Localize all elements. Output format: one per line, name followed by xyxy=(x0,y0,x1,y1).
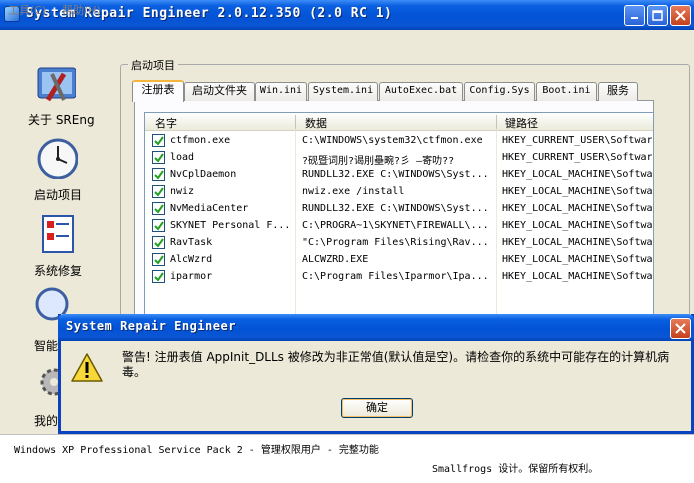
table-row[interactable]: nwiz nwiz.exe /install HKEY_LOCAL_MACHINE\… xyxy=(145,183,653,200)
clock-icon xyxy=(37,138,78,179)
menu-help[interactable]: 帮助(H) xyxy=(62,2,101,18)
nav-label-startup: 启动项目 xyxy=(34,188,83,202)
checklist-icon xyxy=(42,215,74,253)
path-cell: HKEY_LOCAL_MACHINE\Softwa xyxy=(502,271,652,282)
row-checkbox[interactable] xyxy=(152,270,165,283)
data-cell: C:\WINDOWS\system32\ctfmon.exe xyxy=(302,135,483,146)
path-cell: HKEY_LOCAL_MACHINE\Softwa xyxy=(502,203,652,214)
nav-label-my: 我的 xyxy=(34,414,59,428)
table-row[interactable]: NvCplDaemon RUNDLL32.EXE C:\WINDOWS\Syst.… xyxy=(145,166,653,183)
name-cell: iparmor xyxy=(170,271,213,282)
path-cell: HKEY_CURRENT_USER\Softwar xyxy=(502,152,652,163)
maximize-icon xyxy=(652,10,663,21)
group-title: 启动项目 xyxy=(128,57,178,73)
tab-autoexec-bat[interactable]: AutoExec.bat xyxy=(379,82,463,101)
status-credits: Smallfrogs 设计。保留所有权利。 xyxy=(432,464,599,475)
dialog-close-button[interactable] xyxy=(670,318,691,339)
path-cell: HKEY_LOCAL_MACHINE\Softwa xyxy=(502,254,652,265)
column-separator[interactable] xyxy=(295,115,296,129)
tab-config-sys[interactable]: Config.Sys xyxy=(464,82,535,101)
table-row[interactable]: iparmor C:\Program Files\Iparmor\Ipa... HK… xyxy=(145,268,653,285)
checkmark-icon xyxy=(154,255,164,265)
list-header: 名字 数据 键路径 xyxy=(145,113,653,131)
close-icon xyxy=(675,323,686,334)
data-cell: C:\Program Files\Iparmor\Ipa... xyxy=(302,271,489,282)
status-os-info: Windows XP Professional Service Pack 2 -… xyxy=(14,445,379,456)
table-row[interactable]: SKYNET Personal F... C:\PROGRA~1\SKYNET\F… xyxy=(145,217,653,234)
minimize-icon xyxy=(630,17,638,19)
checkmark-icon xyxy=(154,272,164,282)
column-separator[interactable] xyxy=(496,115,497,129)
checkmark-icon xyxy=(154,170,164,180)
path-cell: HKEY_LOCAL_MACHINE\Softwa xyxy=(502,186,652,197)
name-cell: NvCplDaemon xyxy=(170,169,237,180)
ok-button[interactable]: 确定 xyxy=(341,398,413,418)
name-cell: nwiz xyxy=(170,186,195,197)
tab-win-ini[interactable]: Win.ini xyxy=(255,82,307,101)
close-button[interactable] xyxy=(670,5,691,26)
dialog-title: System Repair Engineer xyxy=(66,319,236,333)
table-row[interactable]: AlcWzrd ALCWZRD.EXE HKEY_LOCAL_MACHINE\Sof… xyxy=(145,251,653,268)
row-checkbox[interactable] xyxy=(152,168,165,181)
column-header-path[interactable]: 键路径 xyxy=(505,115,538,131)
tab-registry[interactable]: 注册表 xyxy=(132,80,184,102)
column-header-name[interactable]: 名字 xyxy=(155,115,177,131)
menu-tools[interactable]: 工具(C) xyxy=(8,2,46,18)
name-cell: AlcWzrd xyxy=(170,254,213,265)
nav-label-repair: 系统修复 xyxy=(34,264,83,278)
row-checkbox[interactable] xyxy=(152,185,165,198)
table-row[interactable]: NvMediaCenter RUNDLL32.EXE C:\WINDOWS\Sys… xyxy=(145,200,653,217)
menu-bar xyxy=(0,30,694,48)
data-cell: RUNDLL32.EXE C:\WINDOWS\Syst... xyxy=(302,169,489,180)
data-cell: C:\PROGRA~1\SKYNET\FIREWALL\... xyxy=(302,220,489,231)
row-checkbox[interactable] xyxy=(152,151,165,164)
row-checkbox[interactable] xyxy=(152,253,165,266)
nav-label-about: 关于 SREng xyxy=(28,113,95,127)
table-row[interactable]: ctfmon.exe C:\WINDOWS\system32\ctfmon.exe… xyxy=(145,132,653,149)
row-checkbox[interactable] xyxy=(152,236,165,249)
path-cell: HKEY_LOCAL_MACHINE\Softwa xyxy=(502,237,652,248)
name-cell: RavTask xyxy=(170,237,213,248)
checkmark-icon xyxy=(154,238,164,248)
checkmark-icon xyxy=(154,153,164,163)
path-cell: HKEY_LOCAL_MACHINE\Softwa xyxy=(502,169,652,180)
dialog-message: 警告! 注册表值 AppInit_DLLs 被修改为非正常值(默认值是空)。请检… xyxy=(122,350,670,379)
name-cell: NvMediaCenter xyxy=(170,203,249,214)
warning-icon xyxy=(71,353,103,382)
column-header-data[interactable]: 数据 xyxy=(305,115,327,131)
data-cell: "C:\Program Files\Rising\Rav... xyxy=(302,237,489,248)
table-row[interactable]: RavTask "C:\Program Files\Rising\Rav... HK… xyxy=(145,234,653,251)
checkmark-icon xyxy=(154,187,164,197)
row-checkbox[interactable] xyxy=(152,134,165,147)
tab-startup-folder[interactable]: 启动文件夹 xyxy=(184,82,255,101)
data-cell: ALCWZRD.EXE xyxy=(302,254,369,265)
row-checkbox[interactable] xyxy=(152,202,165,215)
close-icon xyxy=(675,10,686,21)
checkmark-icon xyxy=(154,204,164,214)
tab-boot-ini[interactable]: Boot.ini xyxy=(536,82,597,101)
tab-services[interactable]: 服务 xyxy=(598,82,638,101)
nav-label-smart: 智能 xyxy=(34,339,59,353)
name-cell: load xyxy=(170,152,195,163)
tools-icon xyxy=(37,67,76,102)
checkmark-icon xyxy=(154,136,164,146)
name-cell: ctfmon.exe xyxy=(170,135,231,146)
table-row[interactable]: load ?砚暨词刖?谒刖壘畹?彡 —寄叻?? HKEY_CURRENT_USER\… xyxy=(145,149,653,167)
maximize-button[interactable] xyxy=(647,5,668,26)
name-cell: SKYNET Personal F... xyxy=(170,220,291,231)
row-checkbox[interactable] xyxy=(152,219,165,232)
startup-list[interactable]: 名字 数据 键路径 ctfmon.exe C:\WINDOWS\system32\… xyxy=(144,112,654,320)
minimize-button[interactable] xyxy=(624,5,645,26)
data-cell: nwiz.exe /install xyxy=(302,186,405,197)
tab-system-ini[interactable]: System.ini xyxy=(308,82,378,101)
data-cell: ?砚暨词刖?谒刖壘畹?彡 —寄叻?? xyxy=(302,156,455,167)
checkmark-icon xyxy=(154,221,164,231)
path-cell: HKEY_LOCAL_MACHINE\Softwa xyxy=(502,220,652,231)
data-cell: RUNDLL32.EXE C:\WINDOWS\Syst... xyxy=(302,203,489,214)
path-cell: HKEY_CURRENT_USER\Softwar xyxy=(502,135,652,146)
